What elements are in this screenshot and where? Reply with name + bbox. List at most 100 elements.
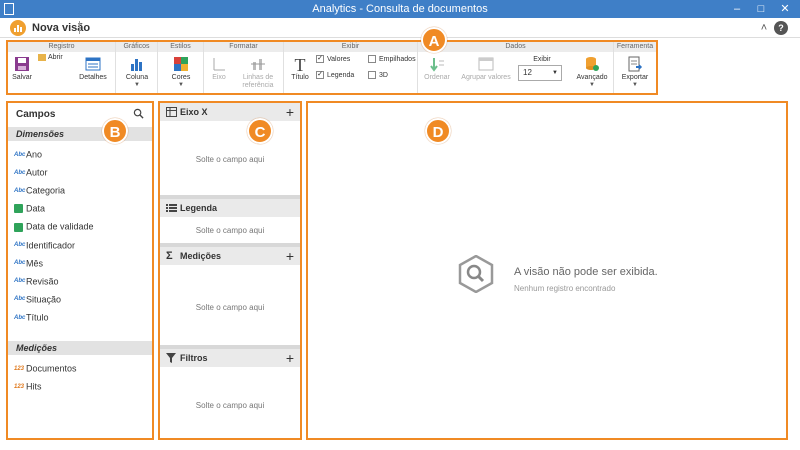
add-x-axis-button[interactable]: + bbox=[286, 103, 294, 121]
field-item[interactable]: AbcTítulo bbox=[14, 310, 144, 324]
field-item[interactable]: Data de validade bbox=[14, 219, 144, 233]
text-icon: Abc bbox=[14, 314, 26, 321]
text-icon: Abc bbox=[14, 260, 26, 267]
text-icon: Abc bbox=[14, 151, 26, 158]
group-title: Formatar bbox=[204, 42, 283, 52]
chart-area: A visão não pode ser exibida. Nenhum reg… bbox=[306, 101, 788, 440]
field-item[interactable]: AbcSituação bbox=[14, 292, 144, 306]
details-button[interactable]: Detalhes bbox=[76, 56, 110, 82]
reference-lines-icon bbox=[251, 59, 265, 70]
field-label: Autor bbox=[26, 167, 48, 178]
help-icon[interactable]: ? bbox=[774, 21, 788, 35]
palette-icon bbox=[174, 57, 188, 71]
display-count-select[interactable]: 12 ▼ bbox=[518, 65, 562, 81]
field-label: Título bbox=[26, 312, 49, 323]
checkbox-checked[interactable]: ✓ bbox=[316, 55, 324, 63]
badge-c: C bbox=[247, 118, 273, 144]
text-icon: Abc bbox=[14, 296, 26, 303]
number-icon: 123 bbox=[14, 383, 25, 390]
checkbox-unchecked[interactable] bbox=[368, 71, 376, 79]
open-button[interactable]: Abrir bbox=[38, 54, 68, 61]
minimize-button[interactable]: – bbox=[726, 1, 748, 17]
stacked-checkbox[interactable]: Empilhados bbox=[368, 55, 416, 63]
group-formatar: Formatar Eixo Linhas de referência bbox=[204, 42, 284, 93]
group-title: Ferramenta bbox=[614, 42, 656, 52]
reference-lines-button[interactable]: Linhas de referência bbox=[236, 56, 280, 90]
checkbox-unchecked[interactable] bbox=[368, 55, 376, 63]
field-item[interactable]: 123 Documentos bbox=[14, 361, 144, 375]
filters-drop-zone[interactable]: Filtros + Solte o campo aqui bbox=[160, 349, 300, 438]
field-label: Identificador bbox=[26, 240, 76, 251]
calendar-icon bbox=[14, 204, 23, 214]
fields-panel: Campos Dimensões AbcAno AbcAutor AbcCatego… bbox=[6, 101, 154, 440]
colors-button[interactable]: Cores ▼ bbox=[164, 56, 198, 88]
number-icon: 123 bbox=[14, 365, 25, 372]
view-toolbar: Nova visão ˄ ? bbox=[0, 18, 800, 38]
group-title: Registro bbox=[8, 42, 115, 52]
divider bbox=[79, 21, 80, 34]
chevron-down-icon: ▼ bbox=[134, 82, 140, 88]
chevron-down-icon: ▼ bbox=[178, 82, 184, 88]
field-item[interactable]: Data bbox=[14, 201, 144, 215]
group-graficos: Gráficos Coluna ▼ bbox=[116, 42, 158, 93]
field-label: Hits bbox=[26, 381, 42, 392]
fields-title: Campos bbox=[16, 109, 56, 120]
field-item[interactable]: AbcAno bbox=[14, 147, 144, 161]
export-icon bbox=[628, 56, 643, 72]
text-icon: Abc bbox=[14, 187, 26, 194]
search-icon[interactable] bbox=[133, 108, 144, 119]
drop-zones-panel: Eixo X + Solte o campo aqui Legenda Solt… bbox=[158, 101, 302, 440]
chevron-down-icon: ▼ bbox=[552, 70, 558, 76]
filters-header: Filtros + bbox=[160, 349, 300, 367]
field-item[interactable]: AbcIdentificador bbox=[14, 238, 144, 252]
measures-header: Σ Medições + bbox=[160, 247, 300, 265]
legend-drop-zone[interactable]: Legenda Solte o campo aqui bbox=[160, 199, 300, 243]
field-label: Revisão bbox=[26, 276, 59, 287]
field-item[interactable]: AbcMês bbox=[14, 256, 144, 270]
sigma-icon: Σ bbox=[166, 250, 173, 262]
save-button[interactable]: Salvar bbox=[10, 56, 34, 82]
maximize-button[interactable]: □ bbox=[750, 1, 772, 17]
group-estilos: Estilos Cores ▼ bbox=[158, 42, 204, 93]
empty-state-title: A visão não pode ser exibida. bbox=[514, 266, 658, 278]
axis-button[interactable]: Eixo bbox=[208, 56, 230, 82]
details-icon bbox=[85, 57, 101, 71]
add-measure-button[interactable]: + bbox=[286, 247, 294, 265]
add-filter-button[interactable]: + bbox=[286, 349, 294, 367]
field-label: Documentos bbox=[26, 363, 77, 374]
field-item[interactable]: AbcRevisão bbox=[14, 274, 144, 288]
field-item[interactable]: AbcCategoria bbox=[14, 183, 144, 197]
legend-checkbox[interactable]: ✓ Legenda bbox=[316, 71, 354, 79]
group-values-button[interactable]: Agrupar valores bbox=[458, 56, 514, 82]
x-axis-drop-zone[interactable]: Eixo X + Solte o campo aqui bbox=[160, 103, 300, 195]
window-titlebar: Analytics - Consulta de documentos – □ ✕ bbox=[0, 0, 800, 18]
advanced-button[interactable]: Avançado ▼ bbox=[574, 56, 610, 88]
field-label: Mês bbox=[26, 258, 44, 269]
column-chart-button[interactable]: Coluna ▼ bbox=[120, 56, 154, 88]
column-chart-icon bbox=[131, 59, 142, 71]
collapse-ribbon-icon[interactable]: ˄ bbox=[757, 21, 771, 35]
checkbox-checked[interactable]: ✓ bbox=[316, 71, 324, 79]
filter-icon bbox=[166, 353, 177, 363]
export-button[interactable]: Exportar ▼ bbox=[618, 56, 652, 88]
field-label: Categoria bbox=[26, 185, 66, 196]
table-icon bbox=[166, 107, 177, 117]
calendar-icon bbox=[14, 222, 23, 232]
view-name[interactable]: Nova visão bbox=[32, 22, 90, 34]
analytics-logo-icon bbox=[10, 20, 26, 36]
group-title: Estilos bbox=[158, 42, 203, 52]
field-item[interactable]: 123 Hits bbox=[14, 379, 144, 393]
group-exibir: Exibir T Título ✓ Valores ✓ Legenda Empilh… bbox=[284, 42, 418, 93]
sort-icon bbox=[430, 58, 444, 72]
values-checkbox[interactable]: ✓ Valores bbox=[316, 55, 350, 63]
measures-drop-zone[interactable]: Σ Medições + Solte o campo aqui bbox=[160, 247, 300, 345]
sort-button[interactable]: Ordenar bbox=[420, 56, 454, 82]
dimensions-section-header: Dimensões bbox=[8, 127, 152, 141]
field-item[interactable]: AbcAutor bbox=[14, 165, 144, 179]
three-d-checkbox[interactable]: 3D bbox=[368, 71, 388, 79]
title-button[interactable]: T Título bbox=[288, 56, 312, 82]
badge-a: A bbox=[421, 27, 447, 53]
close-button[interactable]: ✕ bbox=[774, 1, 796, 17]
legend-header: Legenda bbox=[160, 199, 300, 217]
group-title: Dados bbox=[418, 42, 613, 52]
